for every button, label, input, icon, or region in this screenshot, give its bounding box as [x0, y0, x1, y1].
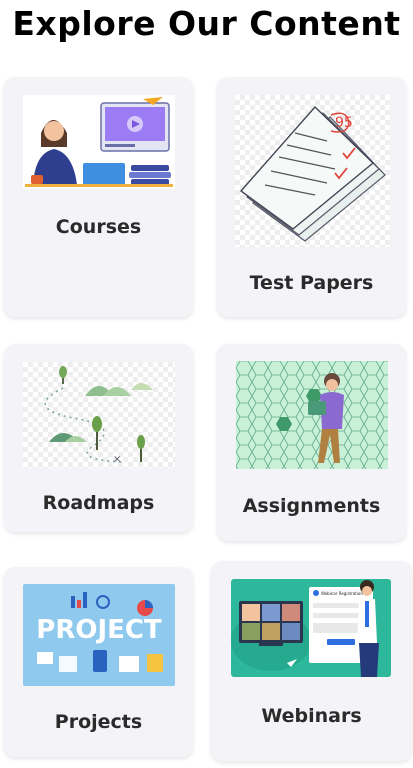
project-word: PROJECT: [36, 615, 162, 645]
page-title: Explore Our Content: [12, 4, 401, 43]
webinar-illustration: Webinar Registration: [231, 579, 391, 677]
card-webinars[interactable]: Webinar Registration Webinars: [211, 561, 412, 761]
card-label-courses: Courses: [55, 216, 142, 238]
card-label-assignments: Assignments: [242, 495, 381, 517]
project-illustration: PROJECT: [23, 584, 175, 686]
svg-text:×: ×: [113, 454, 121, 465]
card-label-webinars: Webinars: [261, 705, 362, 727]
online-course-illustration: [23, 95, 175, 189]
card-assignments[interactable]: Assignments: [217, 344, 406, 541]
card-test-papers[interactable]: 95 Test Papers: [217, 77, 406, 317]
assignment-illustration: [236, 361, 388, 469]
test-papers-illustration: 95: [235, 95, 390, 247]
svg-text:95: 95: [335, 115, 353, 131]
card-label-projects: Projects: [54, 711, 143, 733]
card-label-test-papers: Test Papers: [249, 272, 374, 294]
roadmap-illustration: ×: [23, 362, 175, 468]
card-label-roadmaps: Roadmaps: [42, 492, 155, 514]
card-courses[interactable]: Courses: [4, 77, 193, 317]
card-projects[interactable]: PROJECT Projects: [4, 567, 193, 757]
webinar-header-text: Webinar Registration: [321, 591, 363, 596]
card-roadmaps[interactable]: × Roadmaps: [4, 344, 193, 532]
